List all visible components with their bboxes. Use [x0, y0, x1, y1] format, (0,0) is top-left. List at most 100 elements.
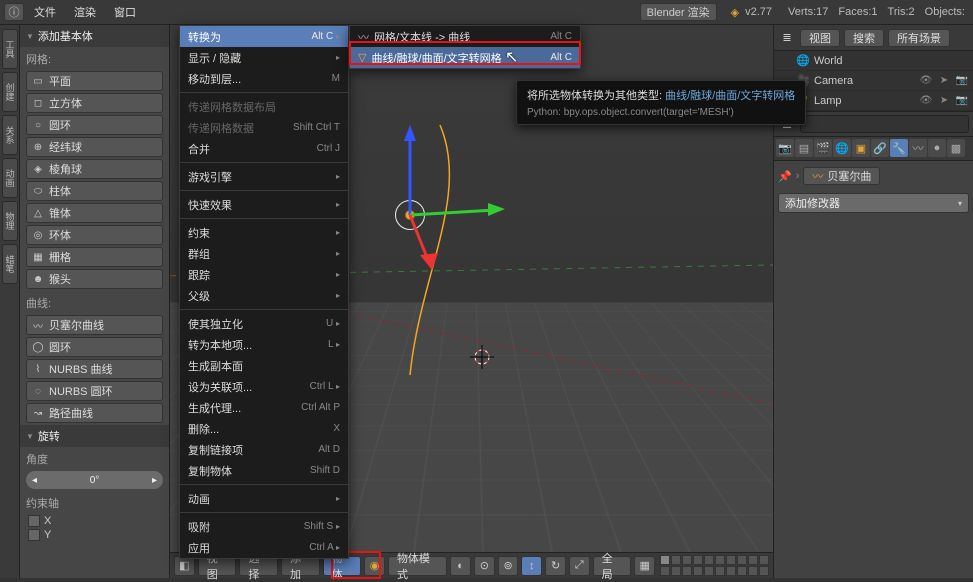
- outliner-all-scenes[interactable]: 所有场景: [888, 29, 950, 47]
- pivot-icon[interactable]: ⊙: [474, 556, 495, 576]
- add-cone[interactable]: △锥体: [26, 203, 163, 223]
- menu-make-links[interactable]: 设为关联项...Ctrl L ▸: [180, 376, 348, 397]
- add-modifier-dropdown[interactable]: 添加修改器▾: [778, 193, 969, 213]
- restrict-view-icon[interactable]: 👁: [919, 75, 933, 86]
- outliner-search[interactable]: 搜索: [844, 29, 884, 47]
- add-bezier[interactable]: 〰贝塞尔曲线: [26, 315, 163, 335]
- add-path[interactable]: ↝路径曲线: [26, 403, 163, 423]
- menu-parent[interactable]: 父级▸: [180, 285, 348, 306]
- convert-submenu: 〰网格/文本线 -> 曲线 Alt C ▽曲线/融球/曲面/文字转网格 Alt …: [349, 25, 581, 69]
- menu-make-proxy[interactable]: 生成代理...Ctrl Alt P: [180, 397, 348, 418]
- menu-game-engine[interactable]: 游戏引擎▸: [180, 166, 348, 187]
- blender-logo-icon: ◈: [731, 6, 739, 19]
- menu-group[interactable]: 群组▸: [180, 243, 348, 264]
- add-bezier-circle[interactable]: ◯圆环: [26, 337, 163, 357]
- tab-object[interactable]: ▣: [852, 139, 870, 157]
- submenu-to-curve[interactable]: 〰网格/文本线 -> 曲线 Alt C: [350, 26, 580, 47]
- angle-input[interactable]: ◂0°▸: [26, 471, 163, 489]
- manipulator-translate-icon[interactable]: ↕: [521, 556, 542, 576]
- layer-buttons[interactable]: [660, 555, 769, 576]
- curve-icon: 〰: [358, 29, 369, 45]
- menu-delete[interactable]: 删除...X: [180, 418, 348, 439]
- menu-window[interactable]: 窗口: [106, 1, 144, 23]
- menu-dup-linked[interactable]: 复制链接项Alt D: [180, 439, 348, 460]
- outliner-editor-icon[interactable]: ≣: [778, 31, 796, 44]
- restrict-render-icon[interactable]: 📷: [955, 75, 969, 86]
- tab-tools[interactable]: 工具: [2, 29, 18, 69]
- panel-rotate[interactable]: 旋转: [20, 425, 169, 447]
- torus-icon: ◎: [30, 228, 46, 242]
- add-monkey[interactable]: ☻猴头: [26, 269, 163, 289]
- manipulator-rotate-icon[interactable]: ↻: [545, 556, 566, 576]
- tab-data[interactable]: 〰: [909, 139, 927, 157]
- tab-physics[interactable]: 物理: [2, 201, 18, 241]
- add-plane[interactable]: ▭平面: [26, 71, 163, 91]
- menu-animation[interactable]: 动画▸: [180, 488, 348, 509]
- add-cube[interactable]: ◻立方体: [26, 93, 163, 113]
- menu-transfer-layout[interactable]: 传递网格数据布局: [180, 96, 348, 117]
- menu-file[interactable]: 文件: [26, 1, 64, 23]
- menu-transfer-data[interactable]: 传递网格数据Shift Ctrl T: [180, 117, 348, 138]
- plane-icon: ▭: [30, 74, 46, 88]
- menu-quick-effects[interactable]: 快速效果▸: [180, 194, 348, 215]
- layers-icon[interactable]: ▦: [634, 556, 655, 576]
- menu-duplicate[interactable]: 复制物体Shift D: [180, 460, 348, 481]
- tab-texture[interactable]: ▩: [947, 139, 965, 157]
- tab-render-layers[interactable]: ▤: [795, 139, 813, 157]
- panel-add-primitive[interactable]: 添加基本体: [20, 25, 169, 47]
- tab-constraints[interactable]: 🔗: [871, 139, 889, 157]
- tab-scene[interactable]: 🎬: [814, 139, 832, 157]
- add-torus[interactable]: ◎环体: [26, 225, 163, 245]
- mode-icon[interactable]: ◉: [364, 556, 385, 576]
- tab-render[interactable]: 📷: [776, 139, 794, 157]
- orientation-dropdown[interactable]: 全局: [593, 556, 632, 576]
- engine-dropdown[interactable]: Blender 渲染: [640, 3, 717, 21]
- properties-context-tabs: 📷 ▤ 🎬 🌐 ▣ 🔗 🔧 〰 ● ▩: [774, 137, 973, 161]
- active-object-button[interactable]: 〰贝塞尔曲: [803, 167, 880, 185]
- properties-search[interactable]: [800, 115, 969, 133]
- bezier-curve-object[interactable]: [390, 115, 610, 398]
- menu-render[interactable]: 渲染: [66, 1, 104, 23]
- object-context-menu: 转换为Alt C ▸ 显示 / 隐藏▸ 移动到层...M 传递网格数据布局 传递…: [179, 25, 349, 559]
- restrict-select-icon[interactable]: ➤: [937, 75, 951, 86]
- add-cylinder[interactable]: ⬭柱体: [26, 181, 163, 201]
- tab-animation[interactable]: 动画: [2, 158, 18, 198]
- pin-icon[interactable]: 📌: [778, 170, 792, 183]
- mode-dropdown[interactable]: 物体模式: [388, 556, 447, 576]
- manipulator-scale-icon[interactable]: ⤢: [569, 556, 590, 576]
- axis-x-checkbox[interactable]: X: [28, 515, 161, 527]
- menu-move-layer[interactable]: 移动到层...M: [180, 68, 348, 89]
- add-grid[interactable]: ▦栅格: [26, 247, 163, 267]
- menu-convert-to[interactable]: 转换为Alt C ▸: [180, 26, 348, 47]
- tab-gpencil[interactable]: 蜡笔: [2, 244, 18, 284]
- tab-material[interactable]: ●: [928, 139, 946, 157]
- add-uvsphere[interactable]: ⊕经纬球: [26, 137, 163, 157]
- add-circle[interactable]: ○圆环: [26, 115, 163, 135]
- menu-track[interactable]: 跟踪▸: [180, 264, 348, 285]
- menu-snap[interactable]: 吸附Shift S ▸: [180, 516, 348, 537]
- menu-show-hide[interactable]: 显示 / 隐藏▸: [180, 47, 348, 68]
- shading-icon[interactable]: ◐: [450, 556, 471, 576]
- uvsphere-icon: ⊕: [30, 140, 46, 154]
- info-editor-icon[interactable]: ⓘ: [4, 3, 24, 21]
- tab-relations[interactable]: 关系: [2, 115, 18, 155]
- circle-icon: ○: [30, 118, 46, 132]
- menu-make-dupli[interactable]: 生成副本面: [180, 355, 348, 376]
- outliner-view[interactable]: 视图: [800, 29, 840, 47]
- menu-apply[interactable]: 应用Ctrl A ▸: [180, 537, 348, 558]
- menu-constraint[interactable]: 约束▸: [180, 222, 348, 243]
- menu-make-local[interactable]: 转为本地项...L ▸: [180, 334, 348, 355]
- add-nurbs-curve[interactable]: ⌇NURBS 曲线: [26, 359, 163, 379]
- add-nurbs-circle[interactable]: ◌NURBS 圆环: [26, 381, 163, 401]
- axis-y-checkbox[interactable]: Y: [28, 529, 161, 541]
- tool-shelf: 添加基本体 网格: ▭平面 ◻立方体 ○圆环 ⊕经纬球 ◈棱角球 ⬭柱体 △锥体…: [20, 25, 170, 578]
- tab-world[interactable]: 🌐: [833, 139, 851, 157]
- add-icosphere[interactable]: ◈棱角球: [26, 159, 163, 179]
- tab-create[interactable]: 创建: [2, 72, 18, 112]
- tab-modifiers[interactable]: 🔧: [890, 139, 908, 157]
- menu-join[interactable]: 合并Ctrl J: [180, 138, 348, 159]
- menu-make-single[interactable]: 使其独立化U ▸: [180, 313, 348, 334]
- outliner-world[interactable]: 🌐World: [774, 51, 973, 71]
- pivot2-icon[interactable]: ⊚: [498, 556, 519, 576]
- submenu-to-mesh[interactable]: ▽曲线/融球/曲面/文字转网格 Alt C: [350, 47, 580, 68]
